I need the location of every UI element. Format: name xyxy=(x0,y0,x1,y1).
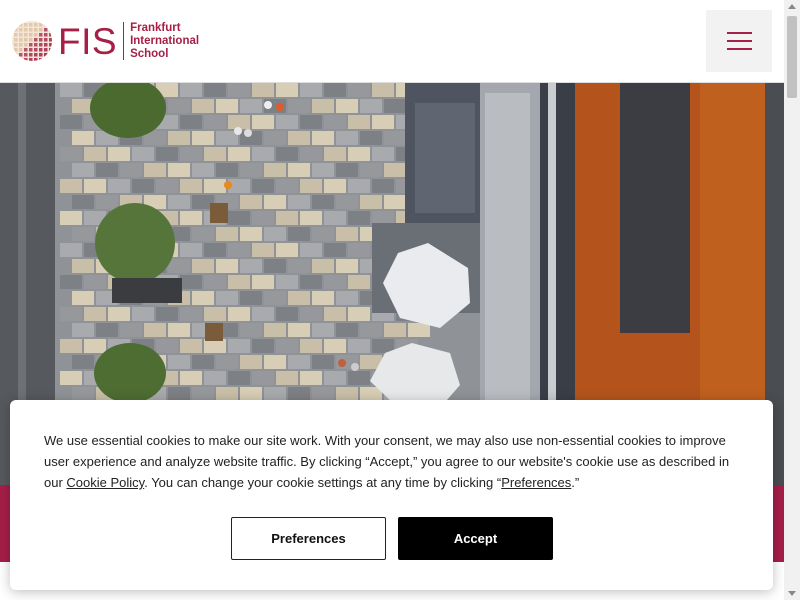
logo-line-3: School xyxy=(130,47,169,60)
logo-line-2: International xyxy=(130,34,200,47)
menu-button[interactable] xyxy=(706,10,772,72)
logo-abbreviation: FIS xyxy=(58,20,118,62)
cookie-policy-link[interactable]: Cookie Policy xyxy=(66,475,144,490)
globe-icon xyxy=(12,21,52,61)
cookie-consent-dialog: We use essential cookies to make our sit… xyxy=(10,400,773,590)
logo-divider xyxy=(123,22,125,60)
logo-wordmark: Frankfurt International School xyxy=(130,22,199,61)
site-header: FIS Frankfurt International School xyxy=(0,0,784,83)
scroll-down-arrow-icon[interactable] xyxy=(788,591,796,596)
page-scrollbar[interactable] xyxy=(784,0,800,600)
cookie-text-part-3: .” xyxy=(571,475,580,490)
logo-line-1: Frankfurt xyxy=(130,21,181,34)
scroll-thumb[interactable] xyxy=(787,16,797,98)
preferences-link[interactable]: Preferences xyxy=(501,475,571,490)
fis-logo[interactable]: FIS Frankfurt International School xyxy=(10,16,199,66)
cookie-consent-text: We use essential cookies to make our sit… xyxy=(44,430,744,493)
cookie-text-part-2: . You can change your cookie settings at… xyxy=(144,475,502,490)
accept-button[interactable]: Accept xyxy=(398,517,553,560)
preferences-button[interactable]: Preferences xyxy=(231,517,386,560)
scroll-up-arrow-icon[interactable] xyxy=(788,4,796,9)
